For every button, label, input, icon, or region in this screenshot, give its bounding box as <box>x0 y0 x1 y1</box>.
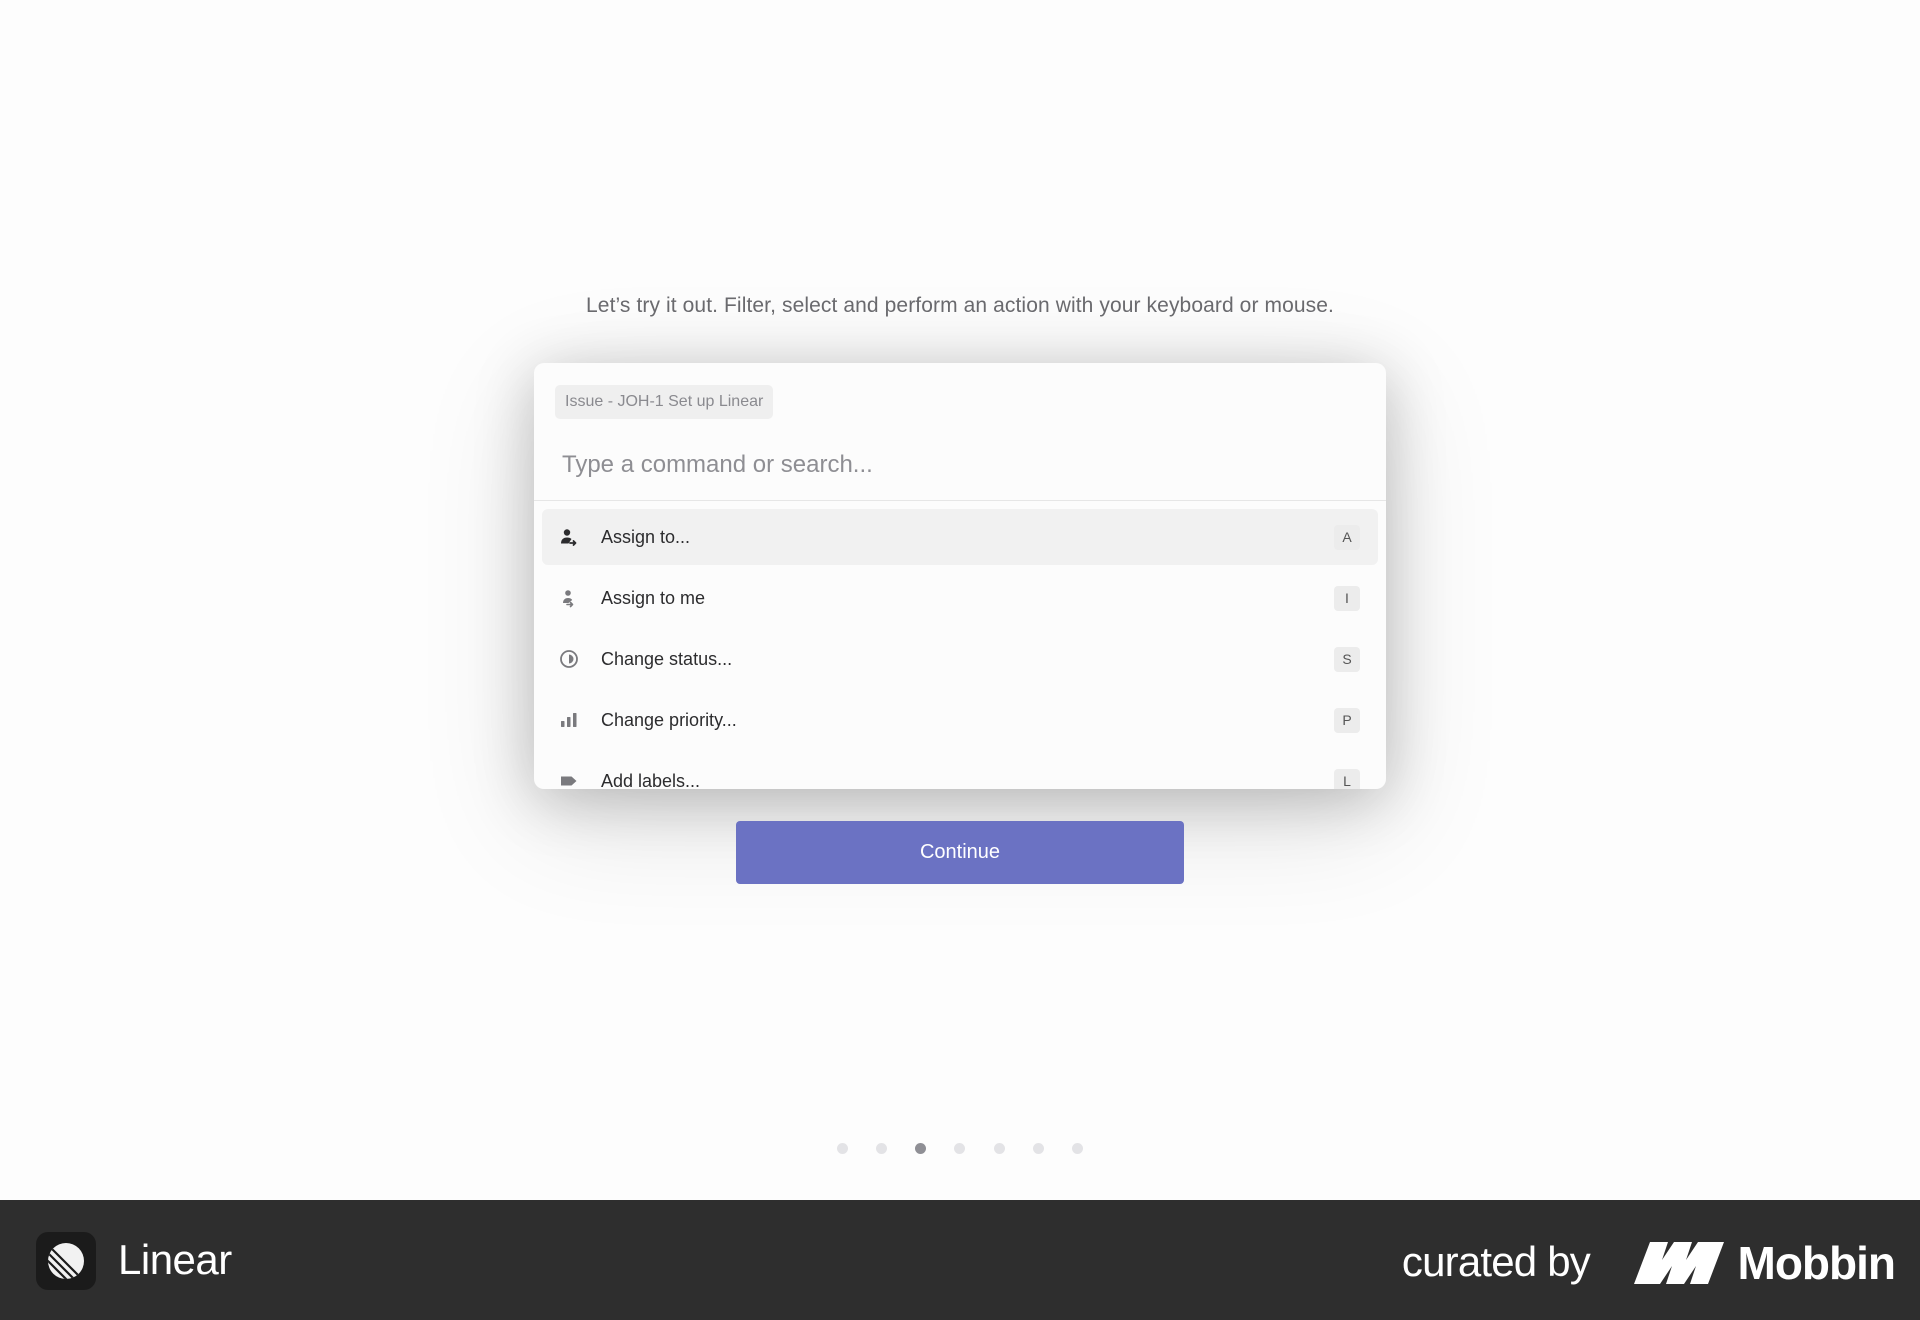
command-label: Change status... <box>601 649 733 669</box>
continue-button[interactable]: Continue <box>736 821 1184 884</box>
page-dot[interactable] <box>993 1143 1005 1154</box>
shortcut-key: A <box>1334 525 1360 550</box>
page-dot[interactable] <box>1071 1143 1083 1154</box>
shortcut-key: I <box>1334 586 1360 611</box>
command-list: Assign to... A Assign to me I Change sta… <box>542 509 1378 789</box>
footer-bar: Linear curated by Mobbin <box>0 1200 1920 1320</box>
command-assign-to-me[interactable]: Assign to me I <box>542 570 1378 626</box>
shortcut-key: P <box>1334 708 1360 733</box>
pagination-dots <box>837 1143 1083 1155</box>
page-dot[interactable] <box>876 1143 888 1154</box>
assign-user-icon <box>559 527 579 547</box>
mobbin-logo: Mobbin <box>1633 1236 1896 1290</box>
page-dot[interactable] <box>954 1143 966 1154</box>
priority-bars-icon <box>559 710 579 730</box>
command-search-input[interactable] <box>560 439 1350 491</box>
status-circle-icon <box>559 649 579 669</box>
command-palette: Issue - JOH-1 Set up Linear Assign to...… <box>534 363 1386 789</box>
command-change-status[interactable]: Change status... S <box>542 631 1378 687</box>
command-label: Change priority... <box>601 710 737 730</box>
onboarding-stage: Let’s try it out. Filter, select and per… <box>0 0 1920 1200</box>
label-tag-icon <box>559 771 579 789</box>
command-change-priority[interactable]: Change priority... P <box>542 692 1378 748</box>
curated-by-text: curated by <box>1401 1238 1591 1285</box>
palette-divider <box>534 500 1386 501</box>
page-dot-active[interactable] <box>915 1143 927 1154</box>
command-label: Add labels... <box>601 771 701 789</box>
linear-logo-icon <box>36 1232 96 1290</box>
mobbin-name: Mobbin <box>1737 1237 1896 1289</box>
intro-text: Let’s try it out. Filter, select and per… <box>586 294 1334 317</box>
mobbin-mark-icon <box>1633 1242 1724 1284</box>
shortcut-key: L <box>1334 769 1360 789</box>
command-assign-to[interactable]: Assign to... A <box>542 509 1378 565</box>
shortcut-key: S <box>1334 647 1360 672</box>
page-dot[interactable] <box>837 1143 848 1154</box>
page-dot[interactable] <box>1032 1143 1044 1154</box>
command-label: Assign to me <box>601 588 706 608</box>
context-chip: Issue - JOH-1 Set up Linear <box>555 385 774 419</box>
command-add-labels[interactable]: Add labels... L <box>542 753 1378 789</box>
assign-me-icon <box>559 588 579 608</box>
command-label: Assign to... <box>601 527 691 547</box>
app-name: Linear <box>118 1236 232 1283</box>
